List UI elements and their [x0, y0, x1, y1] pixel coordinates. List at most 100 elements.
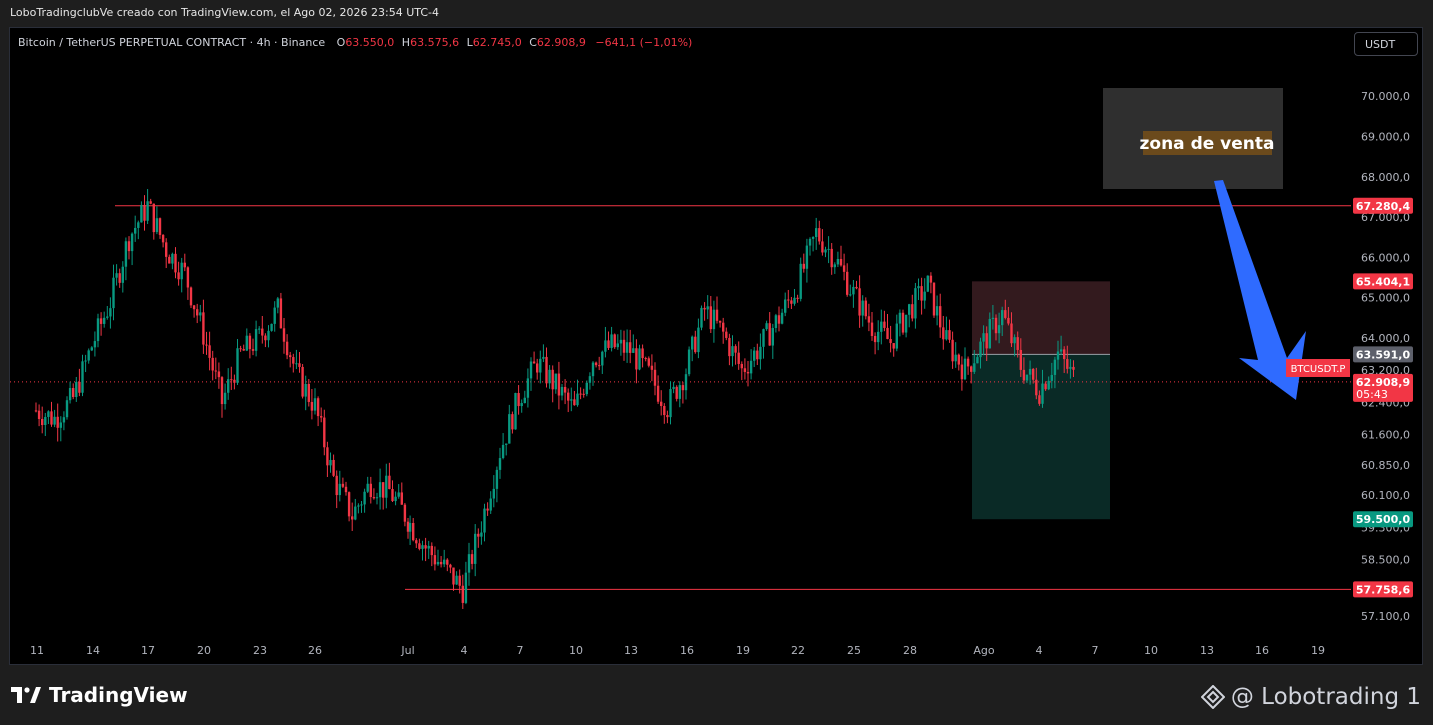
candle-body — [951, 339, 954, 362]
candle-body — [629, 342, 632, 353]
price-chart[interactable]: zona de venta BTCUSDT.P 70.000,0 69.000,0 68… — [10, 28, 1422, 664]
chart-panel[interactable]: zona de venta BTCUSDT.P 70.000,0 69.000,0 68… — [9, 27, 1423, 665]
candle — [313, 388, 317, 415]
x-tick-label: 20 — [197, 644, 211, 657]
candle-body — [663, 405, 666, 416]
candle-body — [805, 245, 809, 269]
x-tick-label: 16 — [1255, 644, 1269, 657]
candle — [351, 502, 354, 531]
tradingview-brand-text: TradingView — [49, 683, 188, 707]
currency-selector-button[interactable]: USDT — [1354, 32, 1418, 56]
candle-body — [394, 496, 397, 502]
candle-body — [295, 363, 298, 365]
candle — [112, 264, 115, 321]
candle-body — [385, 475, 388, 498]
candle-body — [1004, 310, 1007, 318]
candle-body — [1019, 349, 1022, 370]
candle-body — [880, 321, 883, 332]
candle — [691, 335, 694, 362]
candle — [728, 333, 731, 366]
candle-body — [539, 358, 542, 373]
candle-body — [653, 369, 657, 386]
candle-body — [59, 422, 62, 428]
candle — [570, 387, 573, 412]
candle — [638, 344, 641, 371]
candle-body — [883, 321, 886, 328]
candle — [613, 333, 616, 349]
candle-body — [737, 352, 740, 364]
candle — [539, 350, 542, 384]
candle — [849, 284, 852, 297]
y-tick-label: 58.500,0 — [1361, 553, 1410, 566]
candle — [161, 234, 165, 248]
candle-body — [449, 564, 452, 568]
candle-body — [985, 333, 988, 349]
candle-body — [347, 492, 351, 517]
candle — [749, 349, 753, 380]
candle — [647, 356, 650, 368]
candle — [839, 245, 843, 267]
level-price-label: 57.758,6 — [1356, 583, 1411, 596]
candle-body — [161, 234, 165, 243]
candle — [495, 466, 499, 503]
candle — [833, 262, 836, 274]
candle — [168, 254, 171, 264]
candle-body — [47, 411, 50, 417]
candle — [220, 376, 224, 418]
candle — [684, 368, 688, 400]
candle — [400, 482, 403, 505]
candle — [802, 253, 805, 273]
candle-body — [607, 340, 610, 348]
candle-body — [313, 398, 317, 411]
candle — [382, 482, 385, 510]
candle-body — [477, 533, 480, 537]
candle — [811, 236, 815, 252]
candle-body — [579, 393, 582, 395]
candle — [641, 344, 644, 368]
candle — [712, 300, 716, 343]
candle — [474, 524, 477, 577]
candle-body — [889, 338, 892, 344]
candle-body — [728, 337, 731, 357]
candle — [323, 409, 326, 456]
candle — [880, 309, 883, 345]
candle-body — [403, 504, 407, 522]
candle — [678, 381, 681, 408]
candle — [143, 195, 146, 231]
candle — [511, 411, 514, 434]
candle — [625, 329, 629, 363]
candle — [53, 409, 56, 428]
candle-body — [412, 522, 415, 541]
candle — [808, 237, 812, 256]
candle — [753, 346, 756, 368]
candle-body — [127, 241, 131, 252]
candle-body — [124, 241, 128, 267]
candle — [137, 220, 140, 240]
candle-body — [316, 398, 320, 417]
candle-body — [424, 545, 427, 549]
candle — [121, 261, 124, 293]
candle — [554, 373, 557, 394]
candle-body — [332, 459, 335, 476]
candle-body — [258, 328, 261, 330]
candle — [567, 388, 570, 413]
sell-zone-label: zona de venta — [1140, 134, 1275, 154]
candle-body — [759, 346, 762, 360]
candle — [815, 217, 818, 250]
x-tick-label: 4 — [1036, 644, 1043, 657]
candle-body — [908, 304, 911, 315]
candle-body — [929, 275, 933, 283]
tradingview-logo[interactable]: TradingView — [11, 683, 188, 707]
candle-body — [917, 286, 920, 289]
candle-body — [923, 291, 926, 301]
candle-body — [34, 410, 38, 412]
candle — [867, 303, 871, 332]
candle-body — [427, 545, 430, 549]
candle-body — [935, 306, 939, 316]
candle-body — [289, 355, 292, 358]
candle — [526, 368, 530, 408]
candle-body — [486, 508, 489, 511]
candle — [115, 264, 118, 286]
candle-body — [236, 348, 239, 383]
candle — [99, 312, 103, 336]
